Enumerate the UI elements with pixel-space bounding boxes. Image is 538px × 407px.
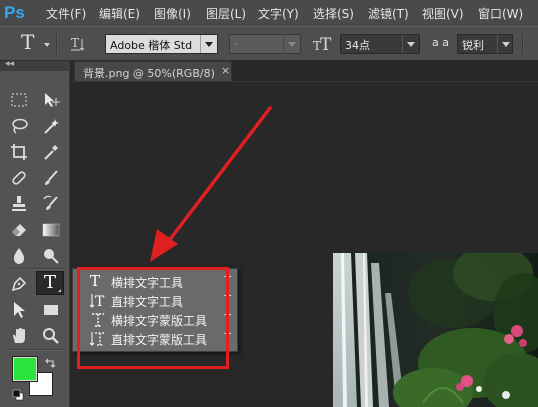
- dodge-tool-icon[interactable]: [38, 245, 64, 267]
- magic-wand-tool-icon[interactable]: [38, 115, 64, 137]
- canvas-image[interactable]: [333, 253, 538, 407]
- menu-edit[interactable]: 编辑(E): [99, 5, 140, 22]
- menu-file[interactable]: 文件(F): [46, 5, 86, 22]
- eraser-tool-icon[interactable]: [6, 219, 32, 241]
- font-style-select[interactable]: -: [229, 34, 301, 54]
- collapse-panel-icon[interactable]: ◂◂: [5, 59, 14, 69]
- tools-panel-header[interactable]: ◂◂: [0, 59, 70, 71]
- menu-layer[interactable]: 图层(L): [206, 5, 246, 22]
- gradient-tool-icon[interactable]: [38, 219, 64, 241]
- menu-filter[interactable]: 滤镜(T): [368, 5, 409, 22]
- type-tool-preset-icon[interactable]: T: [21, 30, 34, 54]
- font-family-value: Adobe 楷体 Std: [110, 39, 193, 52]
- swap-colors-icon[interactable]: [44, 354, 56, 373]
- svg-text:T: T: [71, 36, 79, 50]
- foreground-color-swatch[interactable]: [12, 356, 38, 382]
- close-icon[interactable]: ×: [221, 64, 230, 77]
- options-bar: T T Adobe 楷体 Std - TT 34点 a a 锐利: [0, 26, 538, 61]
- crop-tool-icon[interactable]: [6, 141, 32, 163]
- menu-bar: Ps 文件(F) 编辑(E) 图像(I) 图层(L) 文字(Y) 选择(S) 滤…: [0, 0, 538, 26]
- font-style-value: -: [234, 37, 238, 50]
- zoom-tool-icon[interactable]: [38, 325, 64, 347]
- eyedropper-tool-icon[interactable]: [38, 141, 64, 163]
- blur-tool-icon[interactable]: [6, 245, 32, 267]
- rectangle-tool-icon[interactable]: [38, 299, 64, 321]
- antialias-icon: a a: [432, 36, 449, 49]
- menu-window[interactable]: 窗口(W): [478, 5, 523, 22]
- hand-tool-icon[interactable]: [6, 325, 32, 347]
- chevron-down-icon: [402, 35, 419, 53]
- font-size-icon: TT: [313, 33, 335, 59]
- menu-select[interactable]: 选择(S): [313, 5, 354, 22]
- toggle-text-orientation-icon[interactable]: T: [70, 35, 88, 57]
- options-separator: [522, 33, 524, 55]
- font-size-select[interactable]: 34点: [340, 34, 420, 54]
- tools-divider: [6, 349, 64, 351]
- type-tool-icon: T: [43, 272, 56, 293]
- brush-tool-icon[interactable]: [38, 167, 64, 189]
- options-separator: [56, 33, 58, 55]
- menu-type[interactable]: 文字(Y): [258, 5, 299, 22]
- svg-text:T: T: [320, 35, 332, 55]
- document-tab-title: 背景.png @ 50%(RGB/8): [83, 67, 215, 80]
- tools-divider: [6, 268, 64, 270]
- clone-stamp-tool-icon[interactable]: [6, 193, 32, 215]
- antialias-value: 锐利: [462, 39, 484, 52]
- marquee-tool-icon[interactable]: [6, 89, 32, 111]
- path-selection-tool-icon[interactable]: [6, 299, 32, 321]
- chevron-down-icon: [200, 35, 217, 53]
- history-brush-tool-icon[interactable]: [38, 193, 64, 215]
- default-colors-icon[interactable]: [12, 386, 24, 405]
- move-tool-icon[interactable]: [38, 89, 64, 111]
- photoshop-logo: Ps: [4, 3, 25, 22]
- tab-strip-border: [70, 81, 538, 82]
- font-family-select[interactable]: Adobe 楷体 Std: [105, 34, 218, 54]
- tools-panel: ◂◂ T: [0, 59, 70, 407]
- font-size-value: 34点: [345, 39, 370, 52]
- annotation-highlight-box: [77, 267, 229, 369]
- document-tab[interactable]: 背景.png @ 50%(RGB/8) ×: [74, 61, 232, 81]
- chevron-down-icon: [497, 35, 512, 53]
- preset-dropdown-arrow-icon[interactable]: [44, 43, 50, 47]
- pen-tool-icon[interactable]: [6, 273, 32, 295]
- antialias-select[interactable]: 锐利: [457, 34, 513, 54]
- type-tool-button[interactable]: T: [36, 271, 64, 295]
- tool-flyout-indicator-icon: [58, 289, 61, 292]
- healing-brush-tool-icon[interactable]: [6, 167, 32, 189]
- menu-image[interactable]: 图像(I): [154, 5, 191, 22]
- menu-view[interactable]: 视图(V): [422, 5, 464, 22]
- chevron-down-icon: [283, 35, 300, 53]
- lasso-tool-icon[interactable]: [6, 115, 32, 137]
